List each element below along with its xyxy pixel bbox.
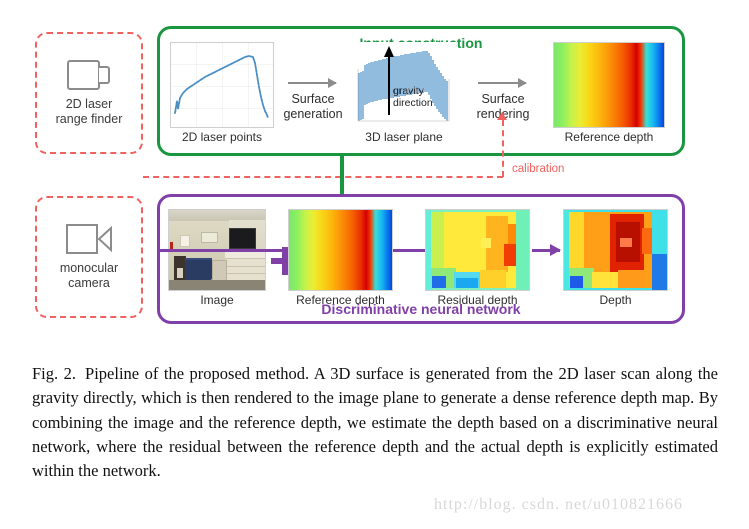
caption-residual-depth: Residual depth: [437, 293, 518, 307]
calibration-line-horizontal: [143, 176, 503, 178]
panel-depth: Depth: [563, 209, 668, 307]
calibration-label: calibration: [512, 163, 565, 175]
arrow-surface-rendering: [478, 78, 527, 88]
caption-reference-depth-top: Reference depth: [564, 130, 654, 144]
calibration-line-vertical: [502, 120, 504, 177]
caption-2d-laser-points: 2D laser points: [181, 130, 263, 144]
sensor-laser-range-finder: 2D laser range finder: [35, 32, 143, 154]
image-reference-depth-bottom: [288, 209, 393, 291]
figure-caption: Fig. 2. Pipeline of the proposed method. …: [32, 362, 718, 483]
image-depth: [563, 209, 668, 291]
image-residual-depth: [425, 209, 530, 291]
caption-3d-laser-plane: 3D laser plane: [365, 130, 443, 144]
panel-image: Image: [168, 209, 266, 307]
image-reference-depth-top: [553, 42, 665, 128]
sensor-label-laser: 2D laser range finder: [55, 96, 123, 126]
panel-reference-depth-bottom: Reference depth: [288, 209, 393, 307]
arrow-to-depth: [532, 244, 561, 256]
plot-3d-laser-plane: gravity direction: [352, 42, 456, 128]
panel-2d-laser-points: 2D laser points: [170, 42, 274, 144]
video-camera-icon: [66, 223, 112, 254]
figure-caption-text: Pipeline of the proposed method. A 3D su…: [32, 364, 718, 481]
caption-image: Image: [200, 293, 234, 307]
calibration-arrowhead: [497, 112, 507, 120]
figure-diagram: 2D laser range finder monocular camera I…: [0, 0, 749, 352]
panel-reference-depth-top: Reference depth: [553, 42, 665, 144]
panel-3d-laser-plane: gravity direction 3D laser plane: [352, 42, 456, 144]
laser-rangefinder-icon: [67, 59, 111, 90]
arrow-label-surface-generation: Surface generation: [283, 92, 343, 121]
sensor-monocular-camera: monocular camera: [35, 196, 143, 318]
network-line-left: [160, 249, 288, 252]
caption-depth: Depth: [599, 293, 632, 307]
panel-residual-depth: Residual depth: [425, 209, 530, 307]
network-line-mid: [393, 249, 425, 252]
watermark: http://blog. csdn. net/u010821666: [434, 496, 683, 513]
sensor-label-camera: monocular camera: [59, 260, 119, 290]
arrow-surface-generation: [288, 78, 337, 88]
gravity-direction-label: gravity direction: [393, 85, 433, 109]
caption-reference-depth-bottom: Reference depth: [296, 293, 385, 307]
figure-caption-lead: Fig. 2.: [32, 364, 77, 383]
plot-2d-laser-points: [170, 42, 274, 128]
